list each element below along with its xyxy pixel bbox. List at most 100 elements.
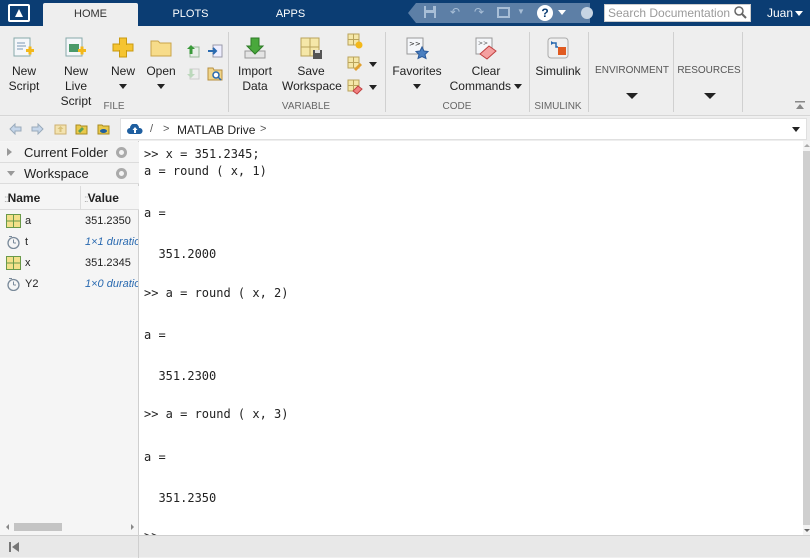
- workspace-horizontal-scrollbar[interactable]: [0, 520, 139, 534]
- tab-plots[interactable]: PLOTS: [143, 3, 238, 26]
- new-script-button[interactable]: New Script: [5, 36, 43, 94]
- workspace-options-icon[interactable]: [116, 168, 127, 179]
- open-folder-icon: [149, 36, 173, 60]
- workspace-row[interactable]: a 351.2350: [0, 211, 139, 232]
- scroll-left-icon[interactable]: [6, 524, 9, 530]
- cloud-icon[interactable]: [127, 124, 143, 135]
- back-icon[interactable]: [9, 123, 22, 135]
- tab-apps[interactable]: APPS: [243, 3, 338, 26]
- new-label: New: [110, 64, 135, 78]
- go-to-first-icon[interactable]: [9, 542, 19, 552]
- path-folder-matlab-drive[interactable]: MATLAB Drive: [177, 123, 255, 137]
- simulink-label: Simulink: [535, 64, 581, 78]
- search-input[interactable]: [605, 5, 730, 21]
- switch-windows-caret-icon[interactable]: ▼: [514, 5, 528, 19]
- import-data-icon: [243, 36, 267, 60]
- column-divider[interactable]: [80, 186, 81, 210]
- workspace-row[interactable]: Y2 1×0 duration: [0, 274, 139, 295]
- environment-group-button[interactable]: ENVIRONMENT: [589, 65, 675, 76]
- upload-icon[interactable]: [185, 65, 201, 81]
- search-icon[interactable]: [734, 6, 747, 19]
- workspace-row[interactable]: t 1×1 duration: [0, 232, 139, 253]
- variable-value: 351.2350: [85, 215, 131, 227]
- resources-group-button[interactable]: RESOURCES: [674, 65, 744, 76]
- path-chevron-end[interactable]: >: [260, 123, 266, 135]
- clear-workspace-caret-icon[interactable]: [369, 85, 377, 90]
- undo-icon[interactable]: ↶: [448, 5, 462, 19]
- workspace-header[interactable]: Workspace: [0, 163, 139, 184]
- user-caret-icon[interactable]: [795, 11, 803, 16]
- open-variable-caret-icon[interactable]: [369, 62, 377, 67]
- environment-caret-icon[interactable]: [626, 93, 638, 99]
- variable-name: t: [25, 236, 29, 248]
- scrollbar-thumb[interactable]: [14, 523, 62, 531]
- up-folder-icon[interactable]: [54, 123, 67, 135]
- workspace-row[interactable]: x 351.2345: [0, 253, 139, 274]
- browse-folder-icon[interactable]: [207, 65, 223, 81]
- clear-commands-button[interactable]: >> Clear Commands: [448, 36, 524, 94]
- resources-caret-icon[interactable]: [704, 93, 716, 99]
- browse-for-folder-icon[interactable]: [75, 123, 88, 135]
- matrix-variable-icon: [6, 256, 21, 270]
- switch-windows-icon[interactable]: [497, 5, 511, 19]
- scroll-up-icon[interactable]: [804, 144, 810, 147]
- left-panel: Current Folder Workspace ::Name ::Value …: [0, 141, 139, 535]
- user-menu[interactable]: Juan: [767, 6, 793, 20]
- current-folder-options-icon[interactable]: [116, 147, 127, 158]
- save-workspace-icon: [299, 36, 323, 60]
- tab-home[interactable]: HOME: [43, 3, 138, 26]
- matlab-logo-icon[interactable]: [8, 4, 30, 22]
- help-caret-icon[interactable]: [558, 10, 566, 15]
- column-header-name[interactable]: ::Name: [4, 191, 40, 205]
- favorites-button[interactable]: >> Favorites: [392, 36, 442, 94]
- variable-value: 1×0 duration: [85, 278, 138, 290]
- collapse-ribbon-icon[interactable]: [795, 101, 805, 110]
- import-data-label-1: Import: [237, 64, 272, 78]
- command-line: >> x = 351.2345;: [144, 147, 260, 161]
- settings-icon[interactable]: [581, 7, 593, 19]
- command-line: >> a = round ( x, 3): [144, 407, 289, 421]
- ribbon: New Script New Live Script New Open FILE…: [0, 26, 810, 116]
- compare-icon[interactable]: [207, 43, 223, 59]
- new-variable-icon[interactable]: [347, 33, 363, 49]
- command-window-vertical-scrollbar[interactable]: [803, 141, 810, 535]
- help-icon[interactable]: ?: [537, 5, 553, 21]
- import-data-label-2: Data: [242, 79, 268, 93]
- ribbon-separator: [385, 32, 386, 112]
- import-data-button[interactable]: Import Data: [235, 36, 275, 94]
- path-history-caret-icon[interactable]: [792, 127, 800, 132]
- save-workspace-button[interactable]: Save Workspace: [282, 36, 342, 94]
- scroll-right-icon[interactable]: [131, 524, 134, 530]
- find-files-icon[interactable]: [185, 43, 201, 59]
- redo-icon[interactable]: ↷: [472, 5, 486, 19]
- variable-group-label: VARIABLE: [281, 101, 331, 112]
- forward-icon[interactable]: [31, 123, 44, 135]
- simulink-button[interactable]: Simulink: [533, 36, 583, 79]
- column-header-value[interactable]: ::Value: [84, 191, 119, 205]
- new-live-script-button[interactable]: New Live Script: [48, 36, 104, 109]
- save-icon[interactable]: [423, 5, 437, 19]
- matlab-drive-folder-icon[interactable]: [97, 123, 110, 135]
- clear-workspace-icon[interactable]: [347, 79, 363, 95]
- file-group-label: FILE: [103, 101, 125, 112]
- scroll-down-icon[interactable]: [804, 529, 810, 532]
- matrix-variable-icon: [6, 214, 21, 228]
- collapse-icon: [7, 171, 15, 176]
- code-group-label: CODE: [442, 101, 472, 112]
- title-bar: HOME PLOTS APPS ↶ ↷ ▼ ? Juan: [0, 0, 810, 26]
- open-button[interactable]: Open: [145, 36, 177, 94]
- output-value: 351.2350: [144, 491, 217, 505]
- scrollbar-thumb[interactable]: [803, 151, 810, 525]
- path-chevron[interactable]: >: [163, 123, 169, 135]
- new-script-label-2: Script: [8, 79, 40, 93]
- search-documentation-box: [604, 4, 751, 22]
- current-folder-header[interactable]: Current Folder: [0, 142, 139, 163]
- current-folder-path[interactable]: / > MATLAB Drive >: [120, 118, 807, 140]
- command-window[interactable]: >> x = 351.2345; a = round ( x, 1) a = 3…: [139, 141, 803, 535]
- clear-commands-label-2: Commands: [449, 79, 511, 93]
- simulink-group-label: SIMULINK: [534, 101, 582, 112]
- variable-name: x: [25, 257, 31, 269]
- svg-text:>>: >>: [478, 40, 488, 47]
- new-button[interactable]: New: [108, 36, 138, 94]
- open-variable-icon[interactable]: [347, 56, 363, 72]
